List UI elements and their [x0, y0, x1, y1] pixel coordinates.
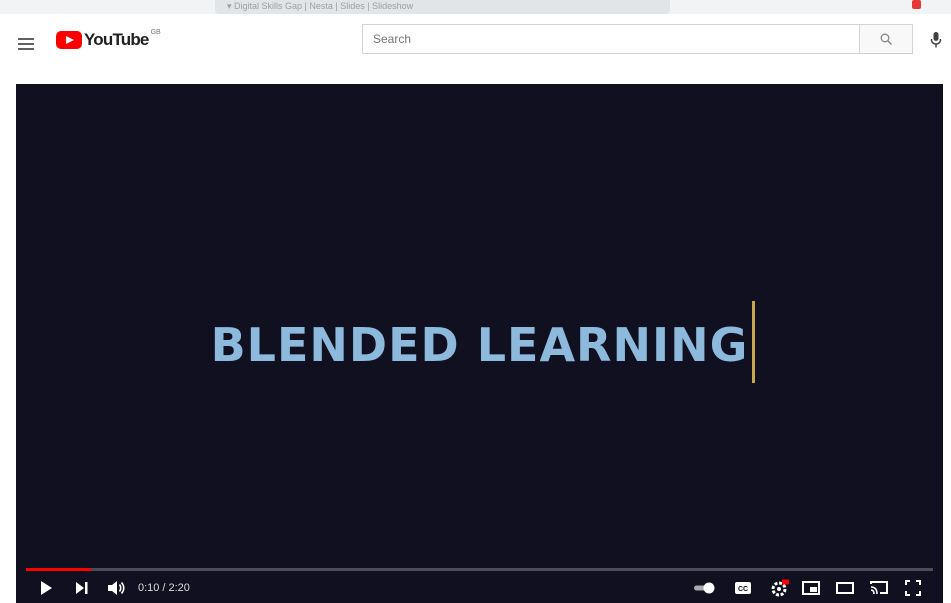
autoplay-toggle[interactable]	[692, 577, 718, 599]
miniplayer-icon	[802, 581, 820, 595]
browser-tab[interactable]: ▾ Digital Skills Gap | Nesta | Slides | …	[215, 0, 670, 14]
subtitles-icon: CC	[735, 582, 751, 594]
time-separator: /	[162, 582, 166, 594]
hamburger-menu-icon[interactable]	[18, 38, 34, 50]
masthead: YouTube GB	[0, 14, 951, 84]
settings-button[interactable]	[768, 577, 792, 599]
theater-mode-button[interactable]	[834, 577, 856, 599]
microphone-icon[interactable]	[929, 31, 943, 49]
play-icon	[41, 581, 52, 595]
youtube-play-badge-icon	[56, 31, 82, 49]
miniplayer-button[interactable]	[800, 577, 822, 599]
youtube-logo[interactable]: YouTube GB	[56, 28, 161, 50]
subtitles-button[interactable]: CC	[732, 577, 754, 599]
theater-mode-icon	[836, 582, 854, 594]
volume-icon	[108, 581, 125, 595]
next-button[interactable]	[72, 577, 92, 599]
cast-button[interactable]	[868, 577, 890, 599]
duration: 2:20	[168, 582, 190, 594]
video-player[interactable]: BLENDED LEARNING 0:10/2:20 CC	[16, 84, 943, 603]
current-time: 0:10	[138, 582, 160, 594]
cast-icon	[870, 581, 888, 595]
fullscreen-icon	[905, 580, 921, 596]
svg-text:CC: CC	[738, 586, 748, 593]
progress-bar[interactable]	[26, 568, 933, 571]
play-button[interactable]	[36, 577, 56, 599]
recording-indicator-icon	[912, 0, 921, 9]
video-frame-title: BLENDED LEARNING	[210, 318, 749, 372]
logo-text: YouTube	[84, 30, 149, 49]
title-accent-bar	[752, 301, 755, 383]
settings-gear-icon	[771, 579, 789, 597]
autoplay-toggle-icon	[694, 582, 715, 594]
volume-button[interactable]	[106, 577, 128, 599]
progress-bar-played	[26, 568, 91, 571]
search-button[interactable]	[860, 24, 913, 54]
logo-country-code: GB	[150, 28, 161, 36]
time-display: 0:10/2:20	[138, 582, 190, 594]
fullscreen-button[interactable]	[902, 577, 924, 599]
browser-tab-strip: ▾ Digital Skills Gap | Nesta | Slides | …	[0, 0, 951, 14]
player-controls: 0:10/2:20 CC	[16, 574, 943, 603]
search-input[interactable]	[362, 24, 860, 54]
search-icon	[880, 33, 893, 46]
next-icon	[76, 582, 88, 594]
